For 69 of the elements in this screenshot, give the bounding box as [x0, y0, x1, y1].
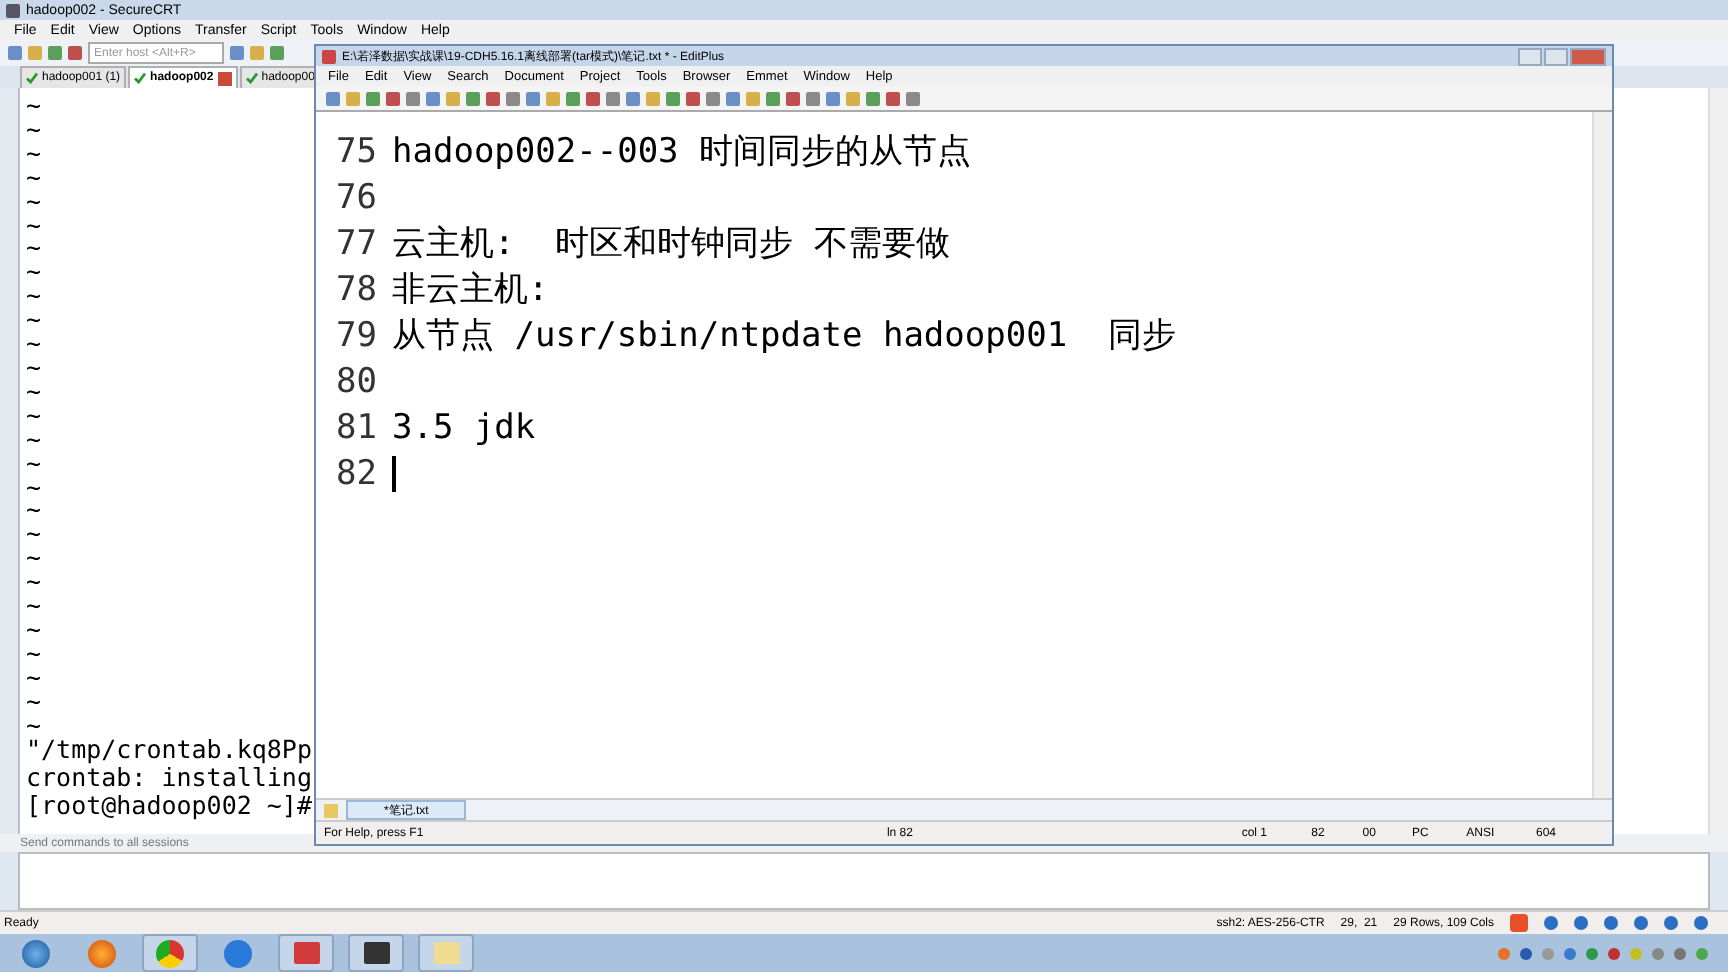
terminal-line: [root@hadoop002 ~]# [26, 792, 312, 821]
terminal-line: ~ [26, 617, 42, 642]
terminal-line: ~ [26, 189, 42, 214]
ime-tool-icon[interactable] [1604, 916, 1618, 930]
terminal-line: ~ [26, 403, 42, 428]
terminal-line: ~ [26, 498, 42, 523]
terminal-line: ~ [26, 117, 42, 142]
terminal-line: crontab: installing [26, 764, 312, 793]
text-line: 从节点 /usr/sbin/ntpdate hadoop001 同步 [392, 314, 1177, 358]
browser-icon[interactable] [156, 939, 184, 967]
line-number: 76 [336, 177, 379, 217]
ime-tool-icon[interactable] [1544, 916, 1558, 930]
terminal-line: ~ [26, 713, 42, 737]
text-line: 3.5 jdk [392, 407, 536, 447]
app-icon [322, 49, 336, 63]
terminal-line: ~ [26, 594, 42, 618]
maximize-button[interactable] [1544, 47, 1568, 65]
terminal-line: ~ [26, 355, 42, 380]
app-icon[interactable] [224, 939, 252, 967]
terminal-line: ~ [26, 260, 42, 285]
terminal-line: ~ [26, 665, 42, 690]
terminal-line: ~ [26, 570, 42, 595]
browser-icon[interactable] [88, 939, 116, 967]
terminal-line: ~ [26, 451, 42, 475]
text-line: 非云主机: [392, 268, 549, 312]
line-number: 82 [336, 453, 379, 493]
scrollbar[interactable] [1592, 112, 1612, 798]
check-icon [26, 72, 38, 84]
terminal-line: ~ [26, 522, 42, 547]
terminal-line: ~ [26, 213, 42, 237]
terminal-line: "/tmp/crontab.kq8Pp [26, 736, 312, 765]
terminal-line: ~ [26, 94, 42, 118]
start-button[interactable] [22, 939, 50, 967]
app-icon[interactable] [293, 942, 319, 964]
terminal-line: ~ [26, 546, 42, 571]
text-line: hadoop002--003 时间同步的从节点 [392, 130, 972, 174]
ime-icon[interactable] [1510, 914, 1528, 932]
terminal-line: ~ [26, 427, 42, 452]
ime-tool-icon[interactable] [1574, 916, 1588, 930]
terminal-line: ~ [26, 308, 42, 333]
line-number: 75 [336, 131, 379, 171]
check-icon [134, 72, 147, 84]
terminal-line: ~ [26, 475, 42, 499]
line-number: 80 [336, 361, 379, 401]
line-number: 77 [336, 223, 379, 263]
line-number: 78 [336, 269, 379, 309]
app-icon [6, 3, 20, 17]
session-manager-strip[interactable] [0, 88, 20, 834]
text-line: 云主机: 时区和时钟同步 不需要做 [392, 222, 950, 266]
terminal-line: ~ [26, 689, 42, 714]
ime-tool-icon[interactable] [1634, 916, 1648, 930]
ime-tool-icon[interactable] [1664, 916, 1678, 930]
terminal-icon[interactable] [363, 942, 389, 964]
terminal-line: ~ [26, 379, 42, 404]
terminal-line: ~ [26, 141, 42, 166]
line-number: 81 [336, 407, 379, 447]
terminal-line: ~ [26, 165, 42, 190]
close-button[interactable] [1570, 47, 1606, 65]
terminal-line: ~ [26, 284, 42, 309]
scrollbar[interactable] [1708, 88, 1728, 834]
folder-icon[interactable] [324, 803, 338, 817]
ime-tool-icon[interactable] [1694, 916, 1708, 930]
terminal-line: ~ [26, 332, 42, 356]
terminal-line: ~ [26, 641, 42, 666]
check-icon [245, 72, 258, 84]
line-number: 79 [336, 315, 379, 355]
command-field[interactable] [18, 852, 1710, 910]
minimize-button[interactable] [1518, 47, 1542, 65]
terminal-line: ~ [26, 236, 42, 261]
